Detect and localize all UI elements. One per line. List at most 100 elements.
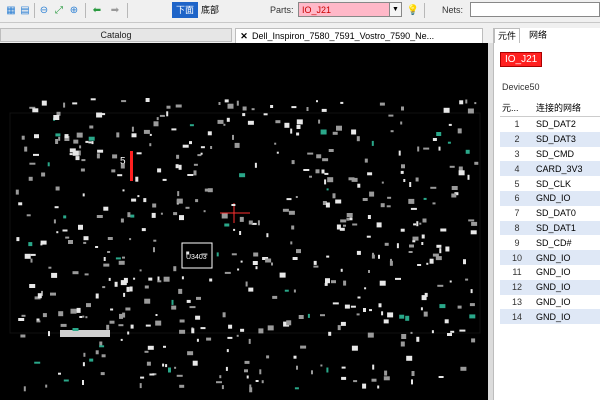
pcb-component xyxy=(379,280,386,286)
pcb-component xyxy=(149,133,152,136)
pcb-component xyxy=(436,132,442,136)
pcb-component xyxy=(136,152,142,155)
pcb-component xyxy=(155,314,158,316)
pcb-component xyxy=(221,213,228,219)
table-row[interactable]: 12 GND_IO xyxy=(500,279,600,295)
pcb-component xyxy=(231,204,236,206)
pcb-component xyxy=(369,309,372,312)
pin-number: 7 xyxy=(514,208,520,219)
pcb-component xyxy=(162,178,167,181)
pcb-component xyxy=(349,217,353,221)
pcb-component xyxy=(291,106,297,109)
catalog-header[interactable]: Catalog xyxy=(0,28,232,42)
table-row[interactable]: 11 GND_IO xyxy=(500,265,600,280)
arrow-right-icon[interactable]: ➡ xyxy=(108,3,122,17)
table-row[interactable]: 1 SD_DAT2 xyxy=(500,117,600,132)
fit-screen-icon[interactable]: ⤢ xyxy=(52,3,66,17)
pcb-component xyxy=(48,266,52,269)
grid-icon[interactable]: ▤ xyxy=(18,3,32,17)
pcb-component xyxy=(64,134,69,139)
view-bottom-button[interactable]: 下面 xyxy=(172,2,199,18)
pcb-component xyxy=(326,367,329,373)
pcb-component xyxy=(224,223,230,227)
pin-number: 2 xyxy=(500,131,534,147)
pcb-component xyxy=(348,177,355,181)
chevron-down-icon[interactable]: ▼ xyxy=(390,2,402,17)
table-row[interactable]: 3 SD_CMD xyxy=(500,147,600,162)
column-header-net[interactable]: 连接的网络 xyxy=(534,98,600,117)
pcb-component xyxy=(195,199,199,203)
layers-icon[interactable]: ▦ xyxy=(4,3,18,17)
pcb-component xyxy=(282,208,289,212)
pin-net: SD_DAT0 xyxy=(536,208,576,219)
nets-search-input[interactable] xyxy=(470,2,600,17)
pcb-component xyxy=(95,246,99,248)
pcb-component xyxy=(248,338,251,344)
pcb-component xyxy=(471,221,478,226)
pin-number: 13 xyxy=(511,296,522,307)
close-icon[interactable]: ✕ xyxy=(236,29,252,43)
table-row[interactable]: 9 SD_CD# xyxy=(500,235,600,250)
pin-net: GND_IO xyxy=(534,190,600,206)
pcb-component xyxy=(206,337,212,341)
table-row[interactable]: 8 SD_DAT1 xyxy=(500,220,600,236)
pcb-component xyxy=(371,140,374,146)
table-row[interactable]: 4 CARD_3V3 xyxy=(500,161,600,177)
table-row[interactable]: 5 SD_CLK xyxy=(500,176,600,191)
board-view[interactable]: 5 U3403 xyxy=(0,43,488,400)
pin-net: GND_IO xyxy=(536,267,571,278)
pcb-component xyxy=(179,215,184,221)
pcb-component xyxy=(239,216,244,222)
document-tab[interactable]: ✕ Dell_Inspiron_7580_7591_Vostro_7590_Ne.… xyxy=(235,28,483,43)
zoom-out-icon[interactable]: ⊖ xyxy=(37,3,51,17)
pcb-component xyxy=(102,286,106,289)
pcb-component xyxy=(356,250,361,255)
pcb-component xyxy=(470,289,473,294)
pcb-component xyxy=(386,205,391,208)
pcb-component xyxy=(130,324,134,329)
table-row[interactable]: 14 GND_IO xyxy=(500,309,600,325)
pcb-component xyxy=(196,338,199,342)
pcb-layout[interactable]: 5 U3403 xyxy=(0,43,488,400)
zoom-in-icon[interactable]: ⊕ xyxy=(67,3,81,17)
pcb-component xyxy=(332,131,338,135)
pcb-component xyxy=(437,284,444,287)
tab-components[interactable]: 元件 xyxy=(494,28,521,43)
pcb-component xyxy=(68,240,73,244)
pcb-component xyxy=(316,154,322,159)
pcb-component xyxy=(467,108,474,114)
pcb-component xyxy=(244,360,250,364)
tab-nets[interactable]: 网络 xyxy=(526,28,550,42)
pcb-component xyxy=(119,313,123,319)
pcb-component xyxy=(420,307,423,311)
pcb-component xyxy=(340,101,344,104)
table-row[interactable]: 6 GND_IO xyxy=(500,190,600,206)
pcb-component xyxy=(246,375,249,379)
pcb-component xyxy=(379,102,385,106)
pcb-component xyxy=(153,239,157,242)
pcb-component xyxy=(451,186,458,190)
pcb-component xyxy=(24,253,31,259)
pcb-component xyxy=(286,320,292,326)
pcb-component xyxy=(471,338,476,343)
pcb-component xyxy=(178,164,182,170)
table-row[interactable]: 2 SD_DAT3 xyxy=(500,131,600,147)
column-header-pin[interactable]: 元... xyxy=(500,98,534,117)
table-row[interactable]: 13 GND_IO xyxy=(500,295,600,310)
parts-search-input[interactable]: IO_J21 xyxy=(298,2,390,17)
bulb-icon[interactable]: 💡 xyxy=(406,3,420,17)
pcb-component xyxy=(226,117,230,122)
pcb-component xyxy=(242,113,246,117)
pcb-component xyxy=(157,280,162,283)
component-strip xyxy=(60,330,110,337)
pcb-component xyxy=(447,141,451,144)
pcb-component xyxy=(343,224,346,227)
table-row[interactable]: 10 GND_IO xyxy=(500,250,600,265)
pcb-component xyxy=(384,370,388,376)
arrow-left-icon[interactable]: ⬅ xyxy=(90,3,104,17)
view-top-button[interactable]: 底部 xyxy=(197,2,223,18)
pcb-component xyxy=(383,319,389,324)
table-row[interactable]: 7 SD_DAT0 xyxy=(500,206,600,221)
pcb-component xyxy=(143,129,150,134)
pcb-component xyxy=(47,162,50,167)
